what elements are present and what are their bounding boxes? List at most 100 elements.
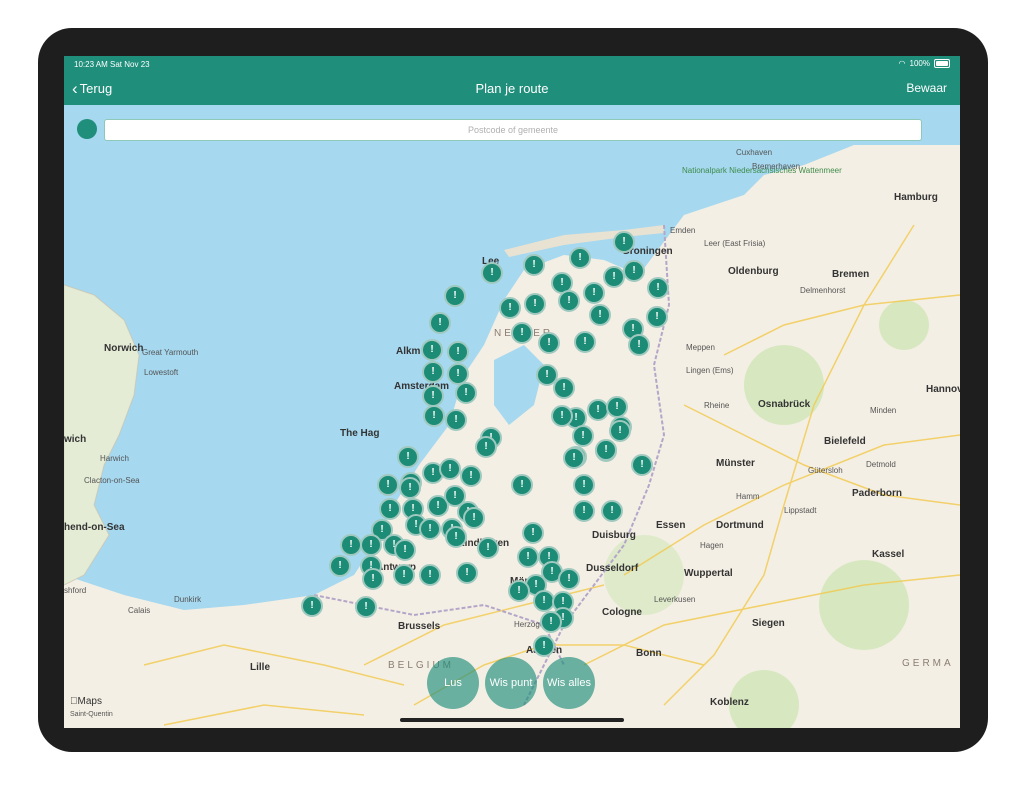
- route-point-marker[interactable]: !: [394, 539, 416, 561]
- map-view[interactable]: [64, 105, 960, 728]
- save-button[interactable]: Bewaar: [906, 81, 947, 95]
- route-point-marker[interactable]: !: [558, 290, 580, 312]
- map-label: Cologne: [602, 607, 642, 618]
- route-point-marker[interactable]: !: [574, 331, 596, 353]
- route-point-marker[interactable]: !: [445, 526, 467, 548]
- route-point-marker[interactable]: !: [563, 447, 585, 469]
- route-point-marker[interactable]: !: [603, 266, 625, 288]
- map-label: Delmenhorst: [800, 286, 846, 295]
- route-point-marker[interactable]: !: [429, 312, 451, 334]
- route-point-marker[interactable]: !: [522, 522, 544, 544]
- route-point-marker[interactable]: !: [646, 306, 668, 328]
- route-point-marker[interactable]: !: [439, 458, 461, 480]
- route-point-marker[interactable]: !: [606, 396, 628, 418]
- map-label: Siegen: [752, 618, 785, 629]
- map-label: Dusseldorf: [586, 563, 639, 574]
- route-point-marker[interactable]: !: [540, 611, 562, 633]
- route-point-marker[interactable]: !: [455, 382, 477, 404]
- map-label: Oldenburg: [728, 266, 779, 277]
- route-point-marker[interactable]: !: [399, 477, 421, 499]
- route-point-marker[interactable]: !: [456, 562, 478, 584]
- clear-all-button[interactable]: Wis alles: [543, 657, 595, 709]
- route-point-marker[interactable]: !: [517, 546, 539, 568]
- map-label: Gütersloh: [808, 466, 843, 475]
- globe-icon[interactable]: [77, 119, 97, 139]
- route-point-marker[interactable]: !: [499, 297, 521, 319]
- route-point-marker[interactable]: !: [589, 304, 611, 326]
- route-point-marker[interactable]: !: [569, 247, 591, 269]
- map-label: Wuppertal: [684, 568, 733, 579]
- battery-icon: [934, 59, 950, 68]
- map-label: Calais: [128, 606, 151, 615]
- route-point-marker[interactable]: !: [379, 498, 401, 520]
- route-point-marker[interactable]: !: [523, 254, 545, 276]
- route-point-marker[interactable]: !: [533, 635, 555, 657]
- route-point-marker[interactable]: !: [609, 420, 631, 442]
- map-label: Hamburg: [894, 192, 938, 203]
- map-label: GERMA: [902, 658, 954, 669]
- route-point-marker[interactable]: !: [524, 293, 546, 315]
- map-label: Brussels: [398, 621, 441, 632]
- route-point-marker[interactable]: !: [601, 500, 623, 522]
- map-label: Rheine: [704, 401, 730, 410]
- legal-link[interactable]: Saint-Quentin: [70, 711, 113, 718]
- route-point-marker[interactable]: !: [463, 507, 485, 529]
- status-time: 10:23 AM Sat Nov 23: [74, 60, 150, 69]
- route-point-marker[interactable]: !: [377, 474, 399, 496]
- map-label: Harwich: [100, 454, 129, 463]
- loop-button[interactable]: Lus: [427, 657, 479, 709]
- route-point-marker[interactable]: !: [475, 436, 497, 458]
- route-point-marker[interactable]: !: [613, 231, 635, 253]
- route-point-marker[interactable]: !: [445, 409, 467, 431]
- route-point-marker[interactable]: !: [647, 277, 669, 299]
- route-point-marker[interactable]: !: [551, 405, 573, 427]
- route-point-marker[interactable]: !: [573, 474, 595, 496]
- map-label: Leverkusen: [654, 595, 696, 604]
- map-label: Norwich: [104, 343, 144, 354]
- route-point-marker[interactable]: !: [360, 534, 382, 556]
- route-point-marker[interactable]: !: [422, 361, 444, 383]
- route-point-marker[interactable]: !: [573, 500, 595, 522]
- route-point-marker[interactable]: !: [301, 595, 323, 617]
- route-point-marker[interactable]: !: [481, 262, 503, 284]
- route-point-marker[interactable]: !: [511, 322, 533, 344]
- route-point-marker[interactable]: !: [393, 564, 415, 586]
- route-point-marker[interactable]: !: [362, 568, 384, 590]
- route-point-marker[interactable]: !: [419, 564, 441, 586]
- map-label: Dortmund: [716, 520, 764, 531]
- map-label: Duisburg: [592, 530, 636, 541]
- search-input[interactable]: Postcode of gemeente: [104, 119, 922, 141]
- route-point-marker[interactable]: !: [419, 518, 441, 540]
- route-point-marker[interactable]: !: [508, 580, 530, 602]
- route-point-marker[interactable]: !: [397, 446, 419, 468]
- map-label: Koblenz: [710, 697, 749, 708]
- route-point-marker[interactable]: !: [421, 339, 443, 361]
- route-point-marker[interactable]: !: [460, 465, 482, 487]
- map-label: Emden: [670, 226, 696, 235]
- route-point-marker[interactable]: !: [623, 260, 645, 282]
- battery-indicator: ◠ 100%: [899, 59, 950, 68]
- route-point-marker[interactable]: !: [595, 439, 617, 461]
- route-point-marker[interactable]: !: [572, 425, 594, 447]
- map-label: Hannove: [926, 384, 960, 395]
- route-point-marker[interactable]: !: [538, 332, 560, 354]
- route-point-marker[interactable]: !: [447, 341, 469, 363]
- route-point-marker[interactable]: !: [558, 568, 580, 590]
- route-point-marker[interactable]: !: [631, 454, 653, 476]
- route-point-marker[interactable]: !: [583, 282, 605, 304]
- route-point-marker[interactable]: !: [423, 405, 445, 427]
- clear-point-button[interactable]: Wis punt: [485, 657, 537, 709]
- route-point-marker[interactable]: !: [444, 285, 466, 307]
- map-label: Essen: [656, 520, 686, 531]
- map-label: Lille: [250, 662, 271, 673]
- route-point-marker[interactable]: !: [422, 385, 444, 407]
- route-point-marker[interactable]: !: [553, 377, 575, 399]
- route-point-marker[interactable]: !: [355, 596, 377, 618]
- apple-maps-logo: Maps: [70, 696, 102, 707]
- route-point-marker[interactable]: !: [329, 555, 351, 577]
- route-point-marker[interactable]: !: [477, 537, 499, 559]
- route-point-marker[interactable]: !: [511, 474, 533, 496]
- route-point-marker[interactable]: !: [340, 534, 362, 556]
- route-point-marker[interactable]: !: [628, 334, 650, 356]
- map-label: Leer (East Frisia): [704, 239, 766, 248]
